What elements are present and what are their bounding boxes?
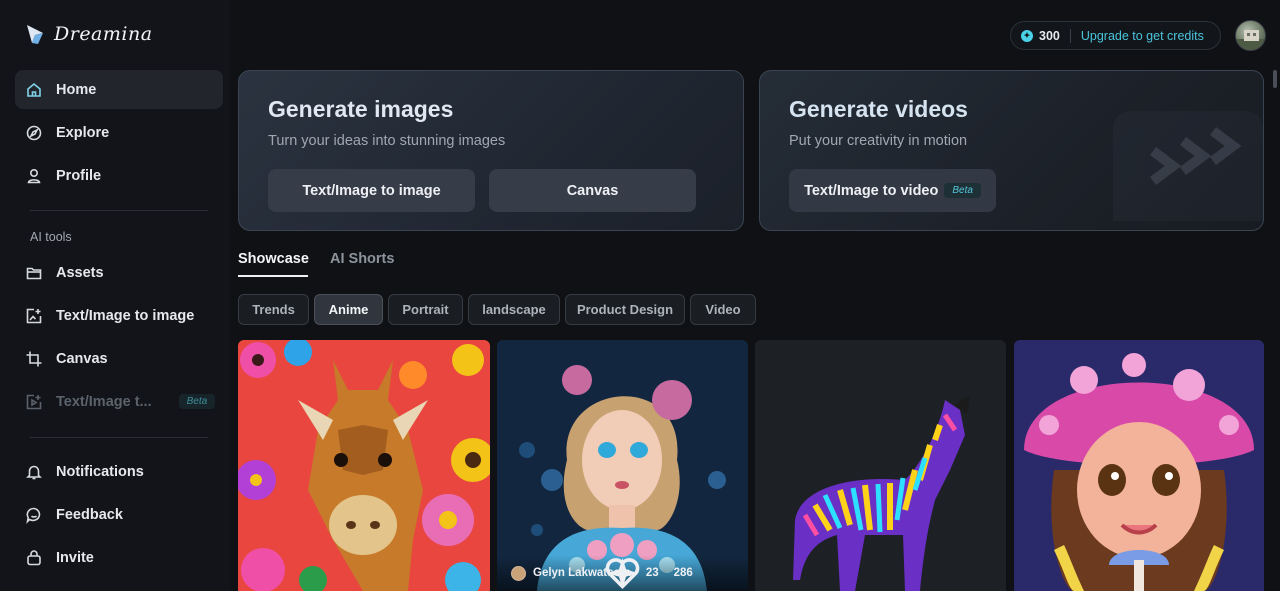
sidebar-item-label: Text/Image to image (56, 307, 195, 324)
image-edit-icon (25, 307, 43, 325)
filter-chip-anime[interactable]: Anime (314, 294, 383, 325)
filter-chip-portrait[interactable]: Portrait (388, 294, 463, 325)
home-icon (25, 81, 43, 99)
ai-tools-section-label: AI tools (30, 230, 72, 244)
sidebar-item-label: Assets (56, 264, 104, 281)
video-decoration-icon (1113, 111, 1263, 221)
upgrade-link[interactable]: Upgrade to get credits (1081, 29, 1204, 43)
active-tab-indicator (238, 275, 308, 277)
text-image-to-image-button[interactable]: Text/Image to image (268, 169, 475, 212)
page-scrollbar[interactable] (1273, 70, 1277, 88)
credit-separator (1069, 28, 1071, 43)
sidebar-item-explore[interactable]: Explore (15, 113, 223, 152)
generate-videos-subtitle: Put your creativity in motion (789, 133, 968, 149)
sidebar-item-label: Text/Image t... (56, 393, 152, 410)
sidebar-item-canvas[interactable]: Canvas (15, 339, 223, 378)
generate-images-card: Generate images Turn your ideas into stu… (238, 70, 744, 231)
brand-logo[interactable]: Dreamina (24, 22, 153, 46)
bell-icon (25, 463, 43, 481)
sidebar: Dreamina Home Explore Profile AI tools A… (0, 0, 230, 591)
user-icon (25, 167, 43, 185)
sidebar-item-text-image-to-image[interactable]: Text/Image to image (15, 296, 223, 335)
mushroom-girl-image (1014, 340, 1264, 591)
user-avatar[interactable] (1235, 20, 1266, 51)
video-edit-icon (25, 393, 43, 411)
sidebar-item-notifications[interactable]: Notifications (15, 452, 223, 491)
sidebar-item-label: Invite (56, 549, 94, 566)
sidebar-item-label: Home (56, 81, 97, 98)
folder-icon (25, 264, 43, 282)
sidebar-item-home[interactable]: Home (15, 70, 223, 109)
giraffe-image (238, 340, 490, 591)
sidebar-item-assets[interactable]: Assets (15, 253, 223, 292)
sidebar-item-label: Canvas (56, 350, 108, 367)
gallery-tile-doll[interactable]: Gelyn Lakwatsera 23 286 (497, 340, 748, 591)
sidebar-item-text-image-to-video[interactable]: Text/Image t... Beta (15, 382, 223, 421)
filter-chip-video[interactable]: Video (690, 294, 756, 325)
generate-videos-card: Generate videos Put your creativity in m… (759, 70, 1264, 231)
brand-name: Dreamina (54, 23, 153, 45)
gallery-tile-zebra[interactable] (755, 340, 1006, 591)
generate-images-subtitle: Turn your ideas into stunning images (268, 133, 506, 149)
generate-images-title: Generate images (268, 96, 454, 122)
tab-showcase[interactable]: Showcase (238, 251, 309, 267)
credit-icon: ✦ (1021, 29, 1033, 42)
text-image-to-video-label: Text/Image to video (804, 182, 939, 199)
sidebar-divider (30, 210, 208, 211)
chat-icon (25, 506, 43, 524)
tab-ai-shorts[interactable]: AI Shorts (330, 251, 394, 267)
filter-chip-landscape[interactable]: landscape (468, 294, 560, 325)
credit-count: 300 (1039, 28, 1060, 43)
crop-icon (25, 350, 43, 368)
sidebar-item-feedback[interactable]: Feedback (15, 495, 223, 534)
text-image-to-video-button[interactable]: Text/Image to video Beta (789, 169, 996, 212)
dreamina-logo-icon (27, 25, 43, 44)
sidebar-divider (30, 437, 208, 438)
remix-stat[interactable]: 286 (607, 558, 693, 588)
beta-badge: Beta (944, 183, 981, 198)
doll-portrait-image (497, 340, 748, 591)
credits-pill[interactable]: ✦ 300 Upgrade to get credits (1010, 21, 1221, 50)
compass-icon (25, 124, 43, 142)
filter-chip-product-design[interactable]: Product Design (565, 294, 685, 325)
sidebar-item-label: Profile (56, 167, 102, 184)
gallery-tile-mushroom-girl[interactable] (1014, 340, 1264, 591)
sidebar-item-label: Feedback (56, 506, 123, 523)
sidebar-item-label: Explore (56, 124, 110, 141)
sparkle-icon (607, 558, 638, 588)
sidebar-item-label: Notifications (56, 463, 144, 480)
rainbow-zebra-image (755, 340, 1006, 591)
sidebar-item-profile[interactable]: Profile (15, 156, 223, 195)
tile-meta-bar: Gelyn Lakwatsera 23 286 (497, 555, 748, 591)
gift-icon (25, 549, 43, 567)
filter-chip-trends[interactable]: Trends (238, 294, 309, 325)
beta-badge: Beta (178, 394, 216, 409)
generate-videos-title: Generate videos (789, 96, 968, 122)
gallery-tile-giraffe[interactable] (238, 340, 490, 591)
sidebar-item-invite[interactable]: Invite (15, 538, 223, 577)
canvas-button[interactable]: Canvas (489, 169, 696, 212)
